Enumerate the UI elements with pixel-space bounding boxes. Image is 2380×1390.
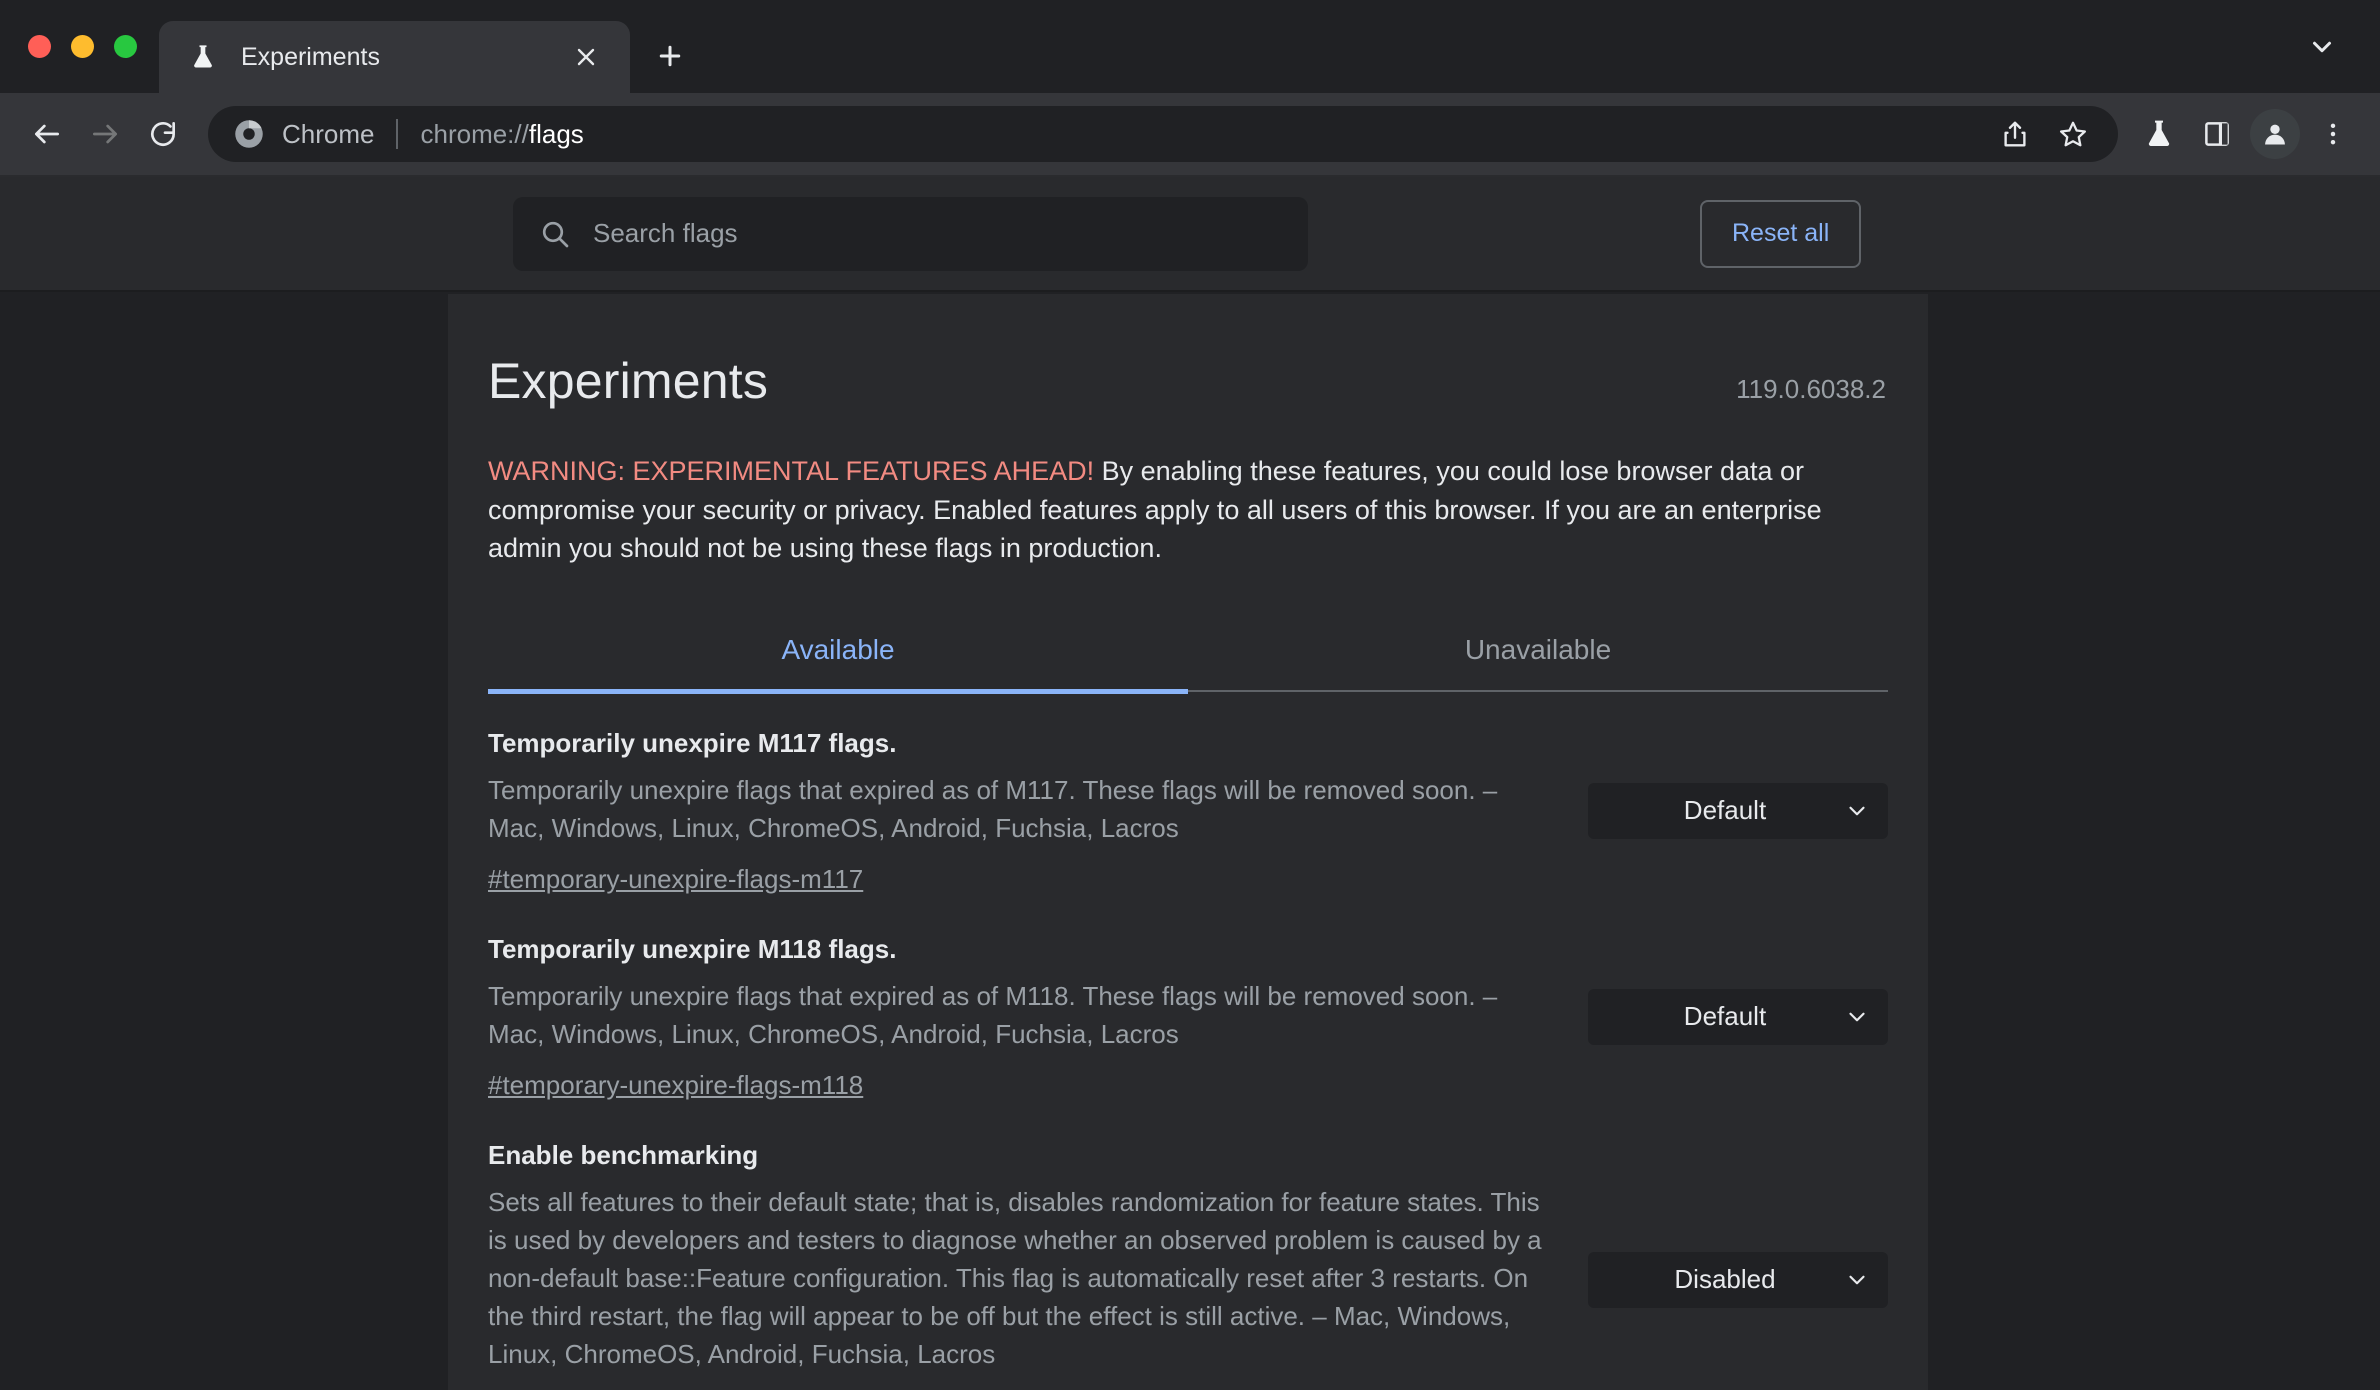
chevron-down-icon [1844, 798, 1870, 824]
omnibox-url-host: flags [528, 118, 584, 149]
flag-state-select[interactable]: Disabled [1588, 1251, 1888, 1308]
flag-select-container: Default [1548, 782, 1888, 839]
star-icon[interactable] [2044, 105, 2102, 163]
omnibox[interactable]: Chrome chrome://flags [208, 106, 2118, 162]
maximize-window-button[interactable] [114, 35, 137, 58]
flag-permalink[interactable]: #temporary-unexpire-flags-m117 [488, 860, 863, 898]
experimental-warning-text: WARNING: EXPERIMENTAL FEATURES AHEAD! By… [488, 452, 1888, 568]
flask-icon[interactable] [2130, 105, 2188, 163]
flag-select-container: Default [1548, 988, 1888, 1045]
new-tab-button[interactable] [642, 28, 698, 84]
title-row: Experiments 119.0.6038.2 [488, 294, 1888, 410]
profile-avatar-icon[interactable] [2246, 105, 2304, 163]
flag-row: Temporarily unexpire M118 flags. Tempora… [488, 904, 1888, 1110]
flags-content-column: Experiments 119.0.6038.2 WARNING: EXPERI… [448, 294, 1928, 1390]
omnibox-url: chrome://flags [420, 119, 583, 150]
flags-tabs: Available Unavailable [488, 612, 1888, 694]
flag-title: Temporarily unexpire M117 flags. [488, 727, 897, 758]
tab-title: Experiments [241, 42, 380, 71]
page-title: Experiments [488, 353, 769, 409]
tab-strip: Experiments [0, 0, 2380, 93]
omnibox-actions [1986, 105, 2102, 163]
flag-title: Temporarily unexpire M118 flags. [488, 933, 897, 964]
window-traffic-lights [0, 0, 159, 93]
close-icon[interactable] [566, 37, 606, 77]
flask-icon [189, 43, 217, 71]
flag-text-block: Temporarily unexpire M118 flags. Tempora… [488, 930, 1548, 1104]
avatar[interactable] [2250, 109, 2300, 159]
flag-description: Temporarily unexpire flags that expired … [488, 774, 1498, 843]
flag-state-value: Default [1683, 1001, 1767, 1031]
search-icon [539, 218, 571, 250]
chevron-down-icon [1844, 1267, 1870, 1293]
more-menu-icon[interactable] [2304, 105, 2362, 163]
flag-title: Enable benchmarking [488, 1139, 759, 1170]
search-input[interactable] [593, 218, 1282, 249]
chrome-version-label: 119.0.6038.2 [1736, 374, 1886, 404]
flag-row: Temporarily unexpire M117 flags. Tempora… [488, 698, 1888, 904]
chrome-logo-icon [234, 119, 264, 149]
browser-window: Experiments Chrome chrome://flags Search… [0, 0, 2380, 1390]
flag-state-select[interactable]: Default [1588, 782, 1888, 839]
browser-tab-experiments[interactable]: Experiments [159, 21, 630, 93]
side-panel-icon[interactable] [2188, 105, 2246, 163]
flag-description: Temporarily unexpire flags that expired … [488, 980, 1498, 1049]
flag-state-select[interactable]: Default [1588, 988, 1888, 1045]
chevron-down-icon[interactable] [2294, 19, 2350, 75]
forward-arrow-icon[interactable] [76, 105, 134, 163]
reload-icon[interactable] [134, 105, 192, 163]
flag-row: Enable benchmarking Sets all features to… [488, 1110, 1888, 1390]
omnibox-separator [396, 119, 399, 149]
tab-available[interactable]: Available [488, 612, 1188, 694]
flag-description: Sets all features to their default state… [488, 1186, 1542, 1369]
omnibox-chip-label: Chrome [282, 118, 375, 149]
flag-state-value: Disabled [1674, 1264, 1776, 1294]
flag-text-block: Temporarily unexpire M117 flags. Tempora… [488, 724, 1548, 898]
flag-state-value: Default [1683, 795, 1767, 825]
browser-toolbar: Chrome chrome://flags [0, 93, 2380, 177]
flag-list: Temporarily unexpire M117 flags. Tempora… [488, 692, 1888, 1390]
warning-headline: WARNING: EXPERIMENTAL FEATURES AHEAD! [488, 456, 1095, 486]
back-arrow-icon[interactable] [18, 105, 76, 163]
close-window-button[interactable] [28, 35, 51, 58]
flags-search-header: Reset all [0, 177, 2380, 292]
omnibox-url-scheme: chrome:// [420, 118, 529, 149]
reset-all-button[interactable]: Reset all [1700, 199, 1862, 268]
flag-permalink[interactable]: #temporary-unexpire-flags-m118 [488, 1066, 863, 1104]
flag-text-block: Enable benchmarking Sets all features to… [488, 1136, 1548, 1390]
share-icon[interactable] [1986, 105, 2044, 163]
page-content: Reset all Experiments 119.0.6038.2 WARNI… [0, 177, 2380, 1390]
flag-permalink[interactable]: #enable-benchmarking [488, 1386, 753, 1390]
chevron-down-icon [1844, 1004, 1870, 1030]
search-flags-container[interactable] [513, 196, 1308, 271]
flag-select-container: Disabled [1548, 1251, 1888, 1308]
minimize-window-button[interactable] [71, 35, 94, 58]
tab-unavailable[interactable]: Unavailable [1188, 612, 1888, 690]
